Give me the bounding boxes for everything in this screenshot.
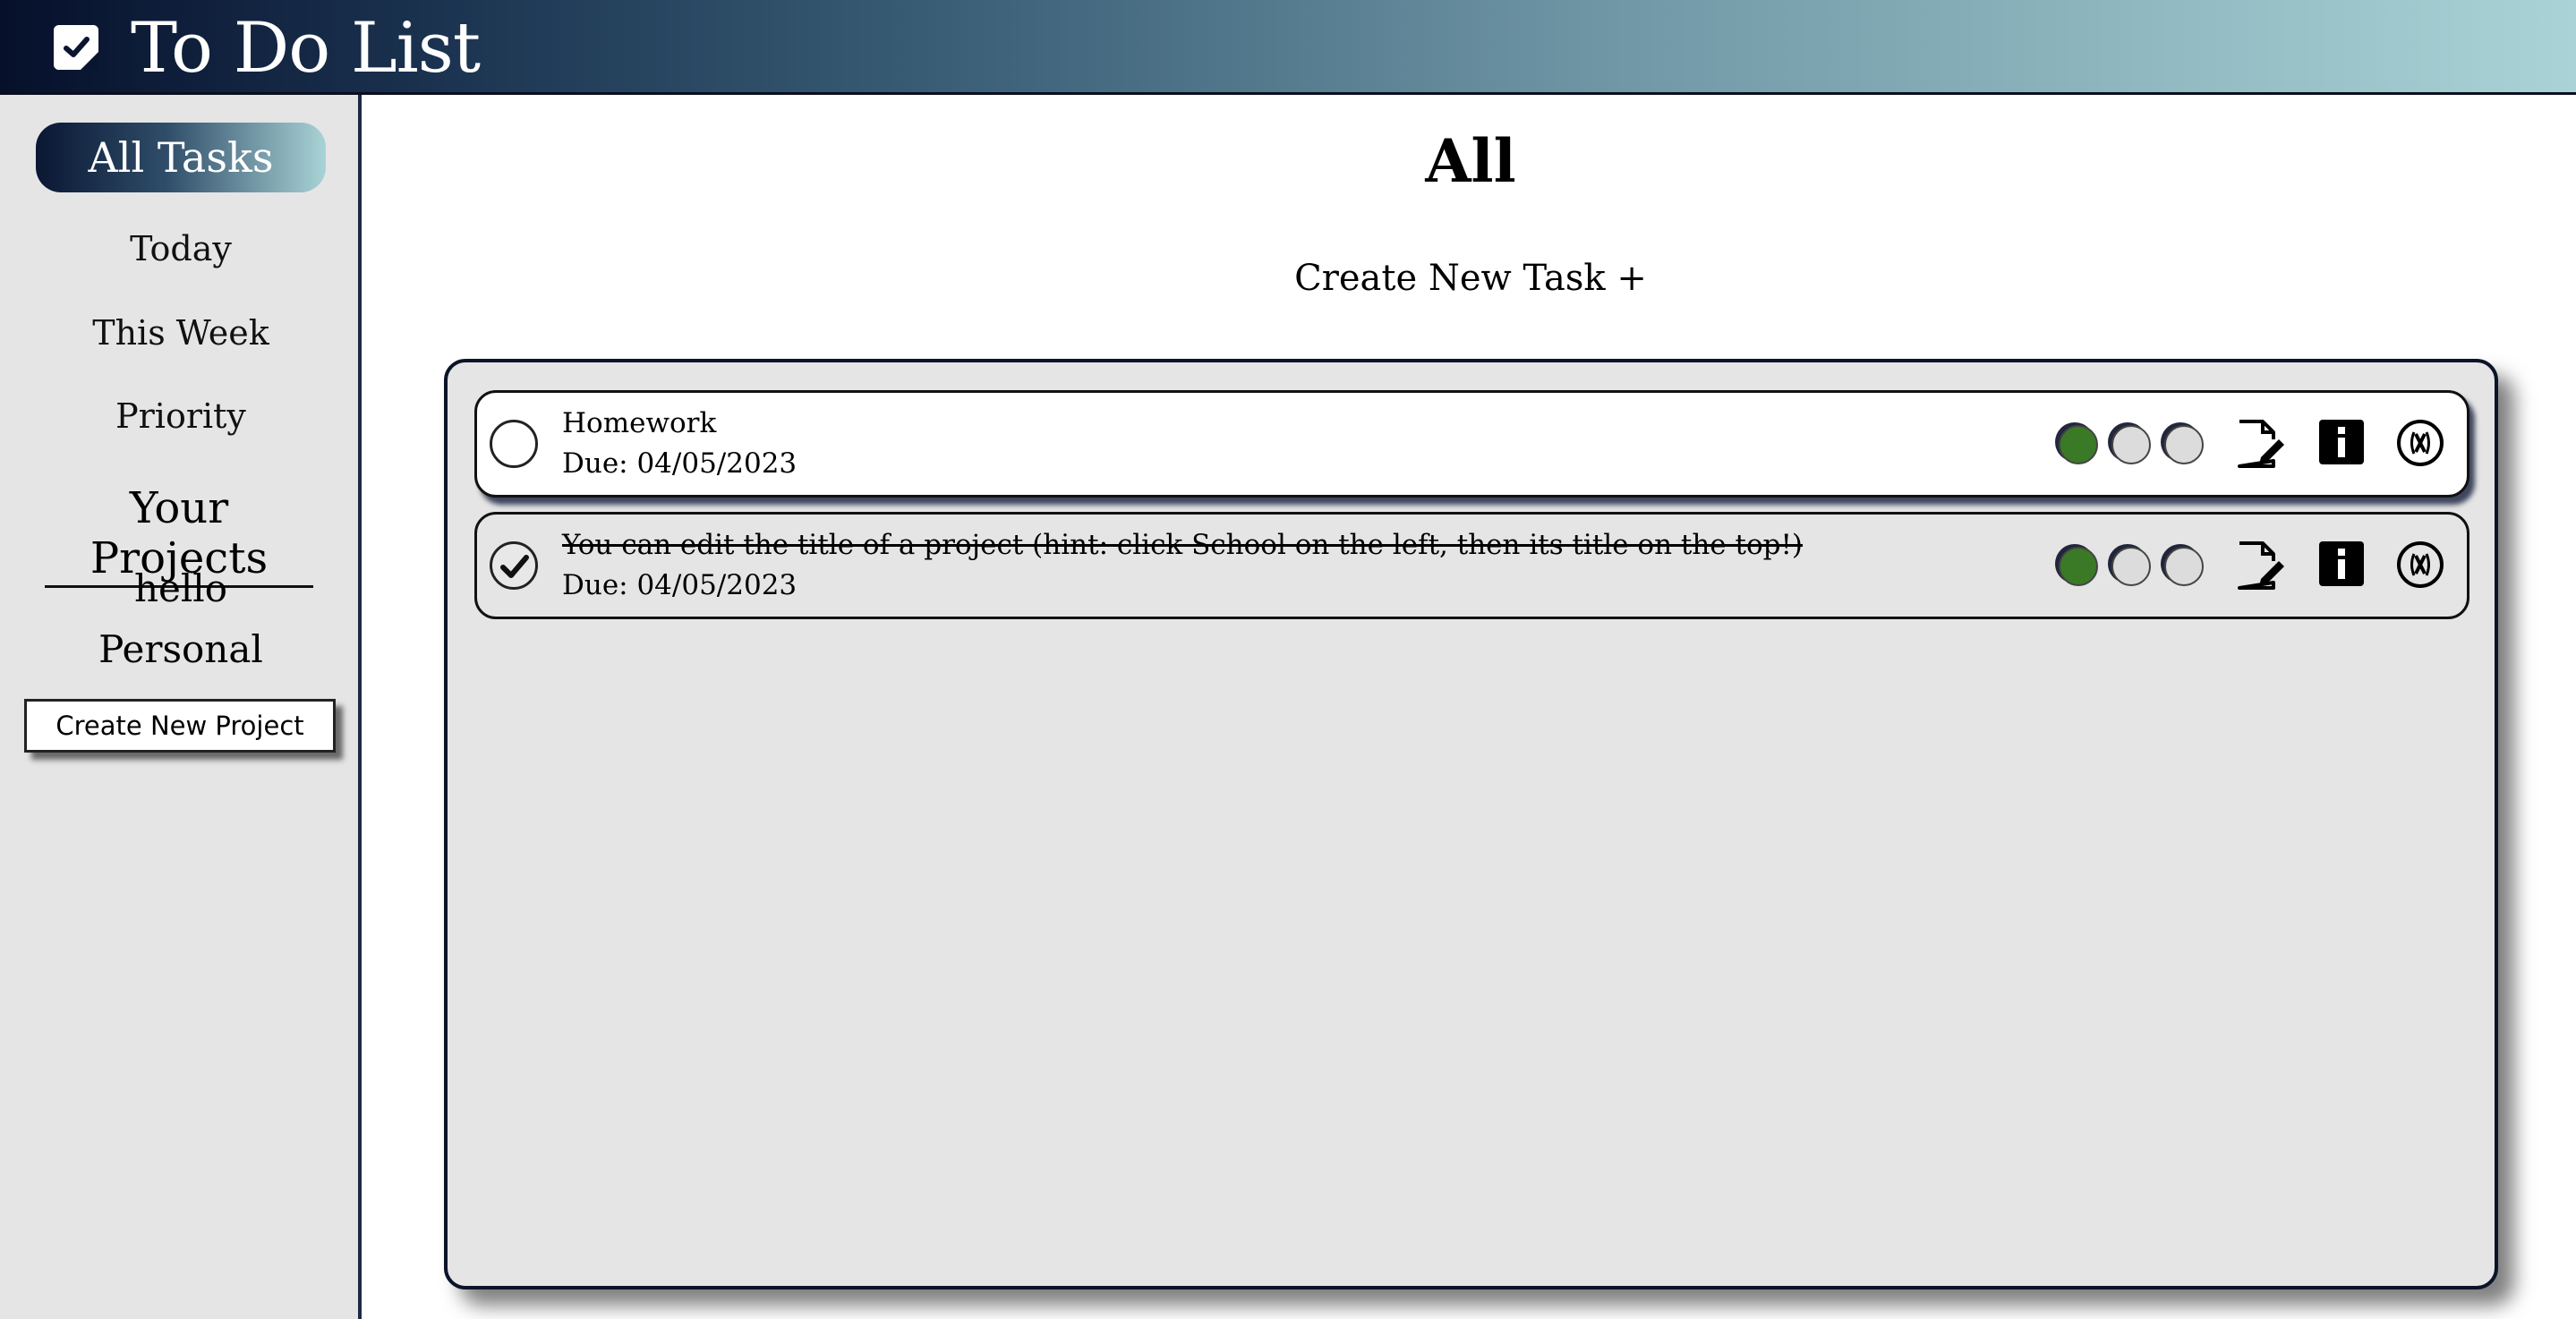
nav-priority[interactable]: Priority [0,396,362,437]
nav-all-tasks[interactable]: All Tasks [36,123,326,192]
priority-high-dot[interactable] [2164,547,2204,586]
create-task-button[interactable]: Create New Task + [365,256,2576,301]
nav-today[interactable]: Today [0,228,362,269]
page-title: All [1425,126,1516,196]
task-due-date: Due: 04/05/2023 [562,447,798,480]
edit-icon[interactable] [2234,418,2286,470]
task-due-date: Due: 04/05/2023 [562,569,798,601]
task-item: You can edit the title of a project (hin… [474,512,2469,619]
app-header: To Do List [0,0,2576,95]
priority-medium-dot[interactable] [2111,425,2151,464]
priority-high-dot[interactable] [2164,425,2204,464]
project-item-hello[interactable]: hello [0,566,362,611]
project-item-personal[interactable]: Personal [0,627,362,672]
edit-icon[interactable] [2234,540,2286,591]
task-list: Homework Due: 04/05/2023 You can edit th… [444,359,2498,1289]
create-project-button[interactable]: Create New Project [24,699,336,753]
checkmark-icon [500,555,529,578]
task-complete-toggle[interactable] [490,541,538,590]
info-icon[interactable] [2317,418,2366,466]
checkbox-icon [54,25,98,70]
priority-medium-dot[interactable] [2111,547,2151,586]
task-title: Homework [562,407,717,439]
priority-low-dot[interactable] [2059,547,2098,586]
sidebar: All Tasks Today This Week Priority Your … [0,95,362,1319]
delete-icon[interactable] [2395,540,2445,590]
app-title: To Do List [131,8,481,89]
delete-icon[interactable] [2395,418,2445,468]
info-icon[interactable] [2317,540,2366,588]
task-title: You can edit the title of a project (hin… [562,529,1804,561]
task-complete-toggle[interactable] [490,420,538,468]
priority-low-dot[interactable] [2059,425,2098,464]
task-item: Homework Due: 04/05/2023 [474,390,2469,498]
nav-this-week[interactable]: This Week [0,312,362,353]
